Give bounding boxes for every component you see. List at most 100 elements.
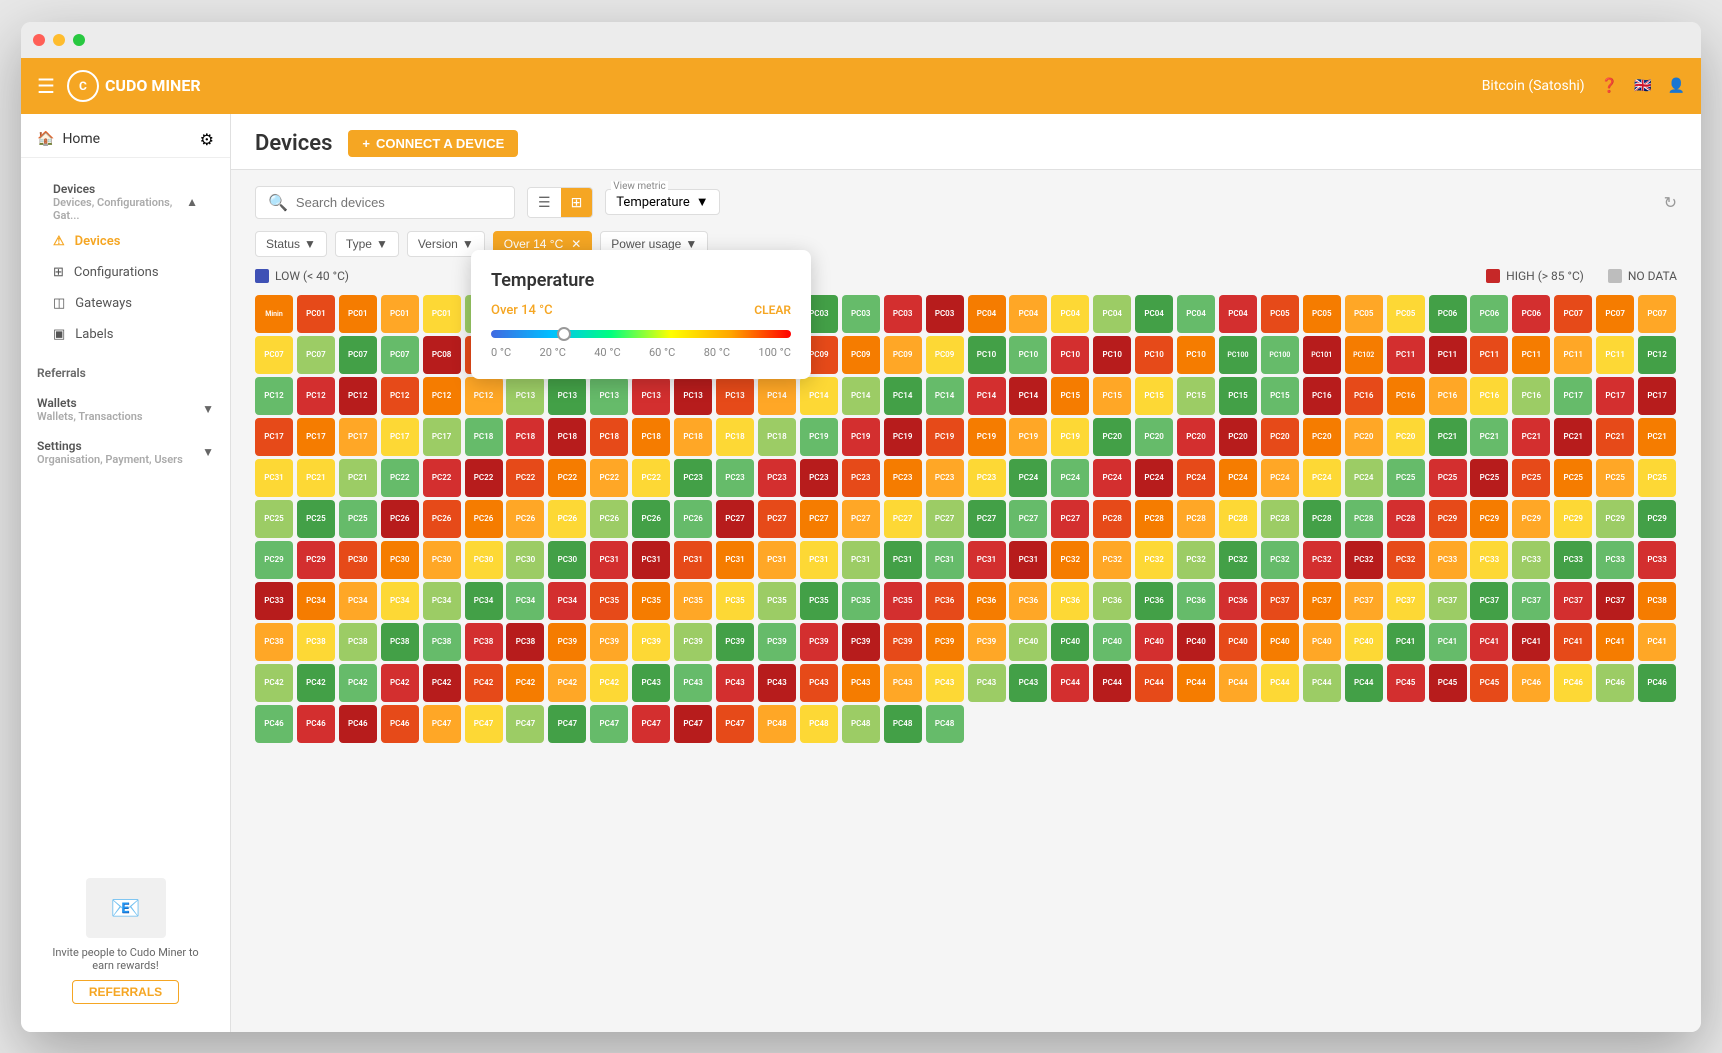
device-tile[interactable]: PC34 bbox=[381, 582, 419, 620]
device-tile[interactable]: PC14 bbox=[1009, 377, 1047, 415]
device-tile[interactable]: PC14 bbox=[926, 377, 964, 415]
device-tile[interactable]: PC40 bbox=[1177, 623, 1215, 661]
device-tile[interactable]: PC27 bbox=[1009, 500, 1047, 538]
type-filter[interactable]: Type ▼ bbox=[335, 231, 399, 257]
device-tile[interactable]: PC47 bbox=[590, 705, 628, 743]
device-tile[interactable]: PC36 bbox=[1093, 582, 1131, 620]
device-tile[interactable]: PC38 bbox=[465, 623, 503, 661]
device-tile[interactable]: PC04 bbox=[968, 295, 1006, 333]
device-tile[interactable]: PC15 bbox=[1177, 377, 1215, 415]
device-tile[interactable]: PC21 bbox=[1596, 418, 1634, 456]
device-tile[interactable]: PC09 bbox=[842, 336, 880, 374]
device-tile[interactable]: PC16 bbox=[1470, 377, 1508, 415]
device-tile[interactable]: PC16 bbox=[1387, 377, 1425, 415]
device-tile[interactable]: PC23 bbox=[926, 459, 964, 497]
device-tile[interactable]: PC16 bbox=[1512, 377, 1550, 415]
device-tile[interactable]: PC37 bbox=[1345, 582, 1383, 620]
device-tile[interactable]: PC44 bbox=[1177, 664, 1215, 702]
device-tile[interactable]: PC42 bbox=[339, 664, 377, 702]
device-tile[interactable]: PC12 bbox=[423, 377, 461, 415]
device-tile[interactable]: PC17 bbox=[255, 418, 293, 456]
device-tile[interactable]: PC48 bbox=[842, 705, 880, 743]
device-tile[interactable]: PC37 bbox=[1596, 582, 1634, 620]
device-tile[interactable]: PC42 bbox=[381, 664, 419, 702]
sidebar-item-devices[interactable]: ⚠ Devices bbox=[37, 226, 214, 257]
device-tile[interactable]: PC36 bbox=[1009, 582, 1047, 620]
device-tile[interactable]: PC21 bbox=[1470, 418, 1508, 456]
view-metric-dropdown[interactable]: View metric Temperature ▼ bbox=[605, 189, 719, 215]
device-tile[interactable]: PC11 bbox=[1596, 336, 1634, 374]
device-tile[interactable]: PC35 bbox=[884, 582, 922, 620]
device-tile[interactable]: PC17 bbox=[1596, 377, 1634, 415]
device-tile[interactable]: PC32 bbox=[1135, 541, 1173, 579]
device-tile[interactable]: PC41 bbox=[1638, 623, 1676, 661]
device-tile[interactable]: PC27 bbox=[842, 500, 880, 538]
sidebar-devices-title[interactable]: Devices Devices, Configurations, Gat... … bbox=[37, 170, 214, 226]
device-tile[interactable]: PC17 bbox=[339, 418, 377, 456]
device-tile[interactable]: PC10 bbox=[1009, 336, 1047, 374]
device-tile[interactable]: PC26 bbox=[548, 500, 586, 538]
device-tile[interactable]: PC14 bbox=[758, 377, 796, 415]
device-tile[interactable]: PC11 bbox=[1554, 336, 1592, 374]
device-tile[interactable]: PC25 bbox=[1554, 459, 1592, 497]
device-tile[interactable]: PC30 bbox=[381, 541, 419, 579]
device-tile[interactable]: PC01 bbox=[339, 295, 377, 333]
device-tile[interactable]: PC40 bbox=[1303, 623, 1341, 661]
account-icon[interactable]: 👤 bbox=[1668, 78, 1685, 94]
device-tile[interactable]: PC20 bbox=[1387, 418, 1425, 456]
device-tile[interactable]: PC21 bbox=[297, 459, 335, 497]
device-tile[interactable]: PC39 bbox=[632, 623, 670, 661]
device-tile[interactable]: PC29 bbox=[1554, 500, 1592, 538]
device-tile[interactable]: PC18 bbox=[506, 418, 544, 456]
device-tile[interactable]: PC43 bbox=[800, 664, 838, 702]
device-tile[interactable]: PC19 bbox=[926, 418, 964, 456]
device-tile[interactable]: PC38 bbox=[297, 623, 335, 661]
device-tile[interactable]: PC43 bbox=[842, 664, 880, 702]
device-tile[interactable]: PC33 bbox=[1596, 541, 1634, 579]
device-tile[interactable]: PC46 bbox=[1596, 664, 1634, 702]
device-tile[interactable]: PC29 bbox=[1429, 500, 1467, 538]
device-tile[interactable]: PC23 bbox=[884, 459, 922, 497]
device-tile[interactable]: PC21 bbox=[339, 459, 377, 497]
device-tile[interactable]: PC22 bbox=[423, 459, 461, 497]
list-view-button[interactable]: ☰ bbox=[528, 188, 561, 217]
device-tile[interactable]: PC23 bbox=[800, 459, 838, 497]
device-tile[interactable]: PC07 bbox=[381, 336, 419, 374]
device-tile[interactable]: PC31 bbox=[716, 541, 754, 579]
device-tile[interactable]: PC30 bbox=[339, 541, 377, 579]
device-tile[interactable]: PC24 bbox=[1093, 459, 1131, 497]
device-tile[interactable]: PC06 bbox=[1512, 295, 1550, 333]
device-tile[interactable]: PC31 bbox=[926, 541, 964, 579]
device-tile[interactable]: PC33 bbox=[1470, 541, 1508, 579]
device-tile[interactable]: PC24 bbox=[1219, 459, 1257, 497]
device-tile[interactable]: PC13 bbox=[590, 377, 628, 415]
device-tile[interactable]: PC27 bbox=[1051, 500, 1089, 538]
sidebar-settings[interactable]: Settings Organisation, Payment, Users ▼ bbox=[21, 427, 230, 470]
device-tile[interactable]: PC38 bbox=[1638, 582, 1676, 620]
device-tile[interactable]: PC37 bbox=[1387, 582, 1425, 620]
device-tile[interactable]: PC31 bbox=[255, 459, 293, 497]
device-tile[interactable]: PC45 bbox=[1470, 664, 1508, 702]
device-tile[interactable]: PC15 bbox=[1219, 377, 1257, 415]
device-tile[interactable]: PC11 bbox=[1470, 336, 1508, 374]
device-tile[interactable]: PC25 bbox=[255, 500, 293, 538]
device-tile[interactable]: PC35 bbox=[632, 582, 670, 620]
device-tile[interactable]: PC27 bbox=[968, 500, 1006, 538]
device-tile[interactable]: PC42 bbox=[506, 664, 544, 702]
device-tile[interactable]: PC37 bbox=[1261, 582, 1299, 620]
device-tile[interactable]: PC13 bbox=[548, 377, 586, 415]
settings-icon[interactable]: ⚙ bbox=[200, 130, 214, 149]
device-tile[interactable]: PC12 bbox=[339, 377, 377, 415]
sidebar-item-configurations[interactable]: ⊞ Configurations bbox=[37, 257, 214, 288]
device-tile[interactable]: PC17 bbox=[381, 418, 419, 456]
device-tile[interactable]: PC46 bbox=[1512, 664, 1550, 702]
help-icon[interactable]: ❓ bbox=[1601, 78, 1618, 94]
device-tile[interactable]: PC25 bbox=[1387, 459, 1425, 497]
device-tile[interactable]: PC12 bbox=[255, 377, 293, 415]
device-tile[interactable]: PC42 bbox=[590, 664, 628, 702]
device-tile[interactable]: PC47 bbox=[548, 705, 586, 743]
device-tile[interactable]: PC07 bbox=[255, 336, 293, 374]
device-tile[interactable]: PC41 bbox=[1512, 623, 1550, 661]
device-tile[interactable]: PC11 bbox=[1429, 336, 1467, 374]
device-tile[interactable]: PC15 bbox=[1135, 377, 1173, 415]
